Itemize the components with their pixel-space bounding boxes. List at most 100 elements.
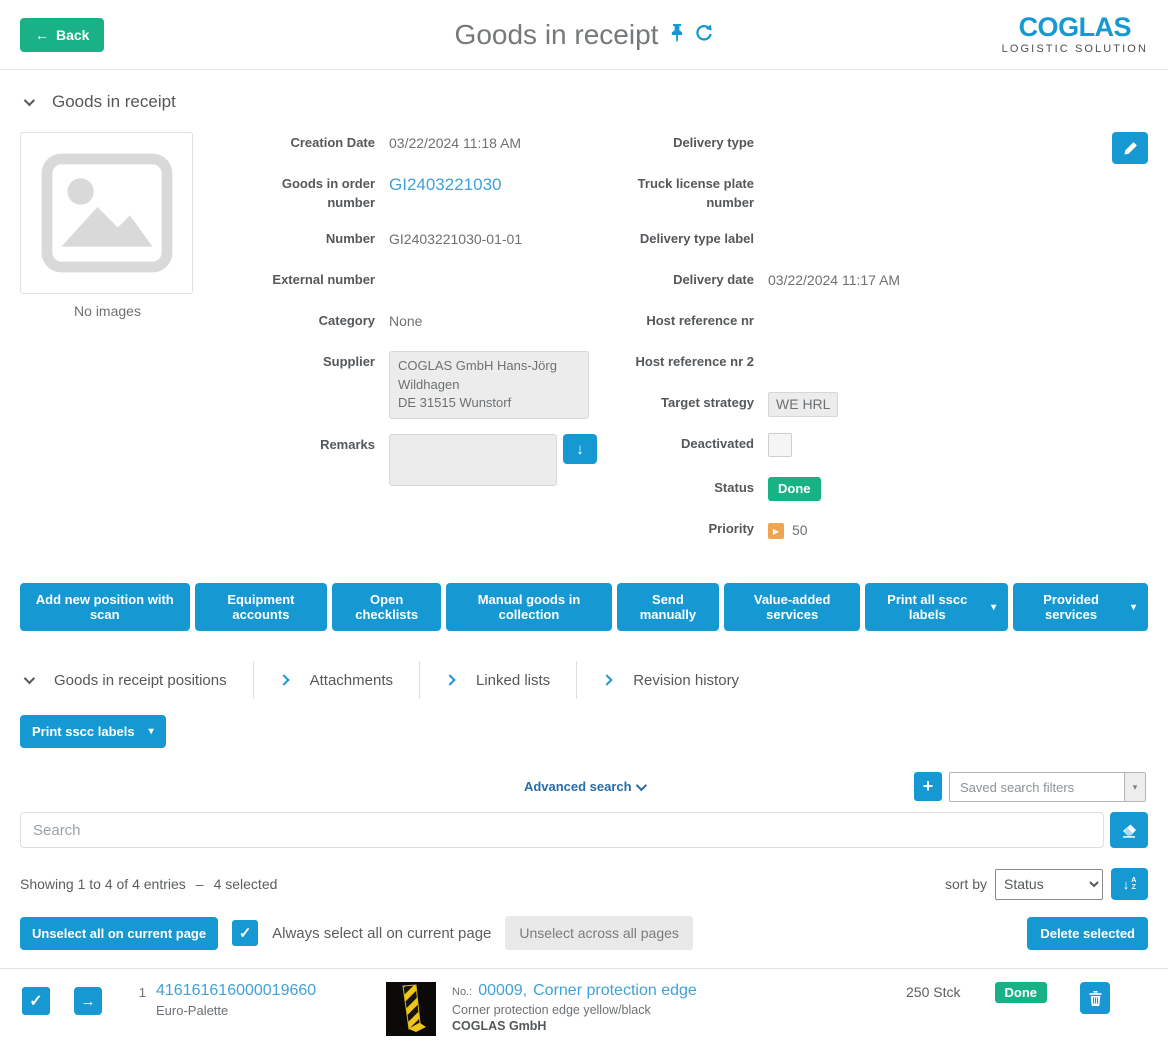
remarks-textarea[interactable] <box>389 434 557 486</box>
goods-in-receipt-section-header[interactable]: Goods in receipt <box>0 70 1168 126</box>
tab-label: Attachments <box>310 672 393 689</box>
pencil-icon <box>1123 141 1138 156</box>
field-truck-license-plate: Truck license plate number <box>619 173 1019 213</box>
sort-arrow: ↓ <box>1123 877 1130 892</box>
tab-revision-history[interactable]: Revision history <box>603 672 739 689</box>
pallet-number-link[interactable]: 416161616000019660 <box>156 982 386 1000</box>
eraser-icon <box>1121 823 1137 838</box>
check-icon: ✓ <box>239 924 252 942</box>
button-label: Print all sscc labels <box>877 592 977 622</box>
back-button[interactable]: ← Back <box>20 18 104 52</box>
dash: – <box>196 876 204 892</box>
always-select-checkbox[interactable]: ✓ <box>232 920 258 946</box>
selected-count-label: 4 selected <box>214 876 278 892</box>
advanced-search-link[interactable]: Advanced search <box>524 779 632 794</box>
field-value: GI2403221030-01-01 <box>389 228 522 254</box>
field-label: Priority <box>619 518 754 544</box>
page-title: Goods in receipt <box>455 19 659 51</box>
back-button-label: Back <box>56 27 89 43</box>
tab-label: Revision history <box>633 672 739 689</box>
down-arrow-icon: ↓ <box>576 441 584 458</box>
chevron-right-icon <box>602 675 613 686</box>
field-category: Category None <box>255 310 607 336</box>
sort-direction-button[interactable]: ↓ AZ <box>1111 868 1148 900</box>
image-icon <box>41 153 173 273</box>
play-icon: ▶ <box>773 526 779 537</box>
chevron-down-icon <box>24 95 35 106</box>
print-sscc-labels-button[interactable]: Print sscc labels ▾ <box>20 715 166 748</box>
add-new-position-with-scan-button[interactable]: Add new position with scan <box>20 583 190 631</box>
image-placeholder <box>20 132 193 294</box>
article-name-link[interactable]: Corner protection edge <box>533 982 697 1000</box>
edit-button[interactable] <box>1112 132 1148 164</box>
unselect-all-current-page-button[interactable]: Unselect all on current page <box>20 917 218 950</box>
tab-goods-in-receipt-positions[interactable]: Goods in receipt positions <box>24 672 227 689</box>
sort-z: Z <box>1131 884 1136 892</box>
manual-goods-in-collection-button[interactable]: Manual goods in collection <box>446 583 612 631</box>
field-label: Delivery type <box>619 132 754 158</box>
unselect-across-all-pages-button[interactable]: Unselect across all pages <box>505 916 693 950</box>
search-bar <box>0 810 1168 848</box>
send-manually-button[interactable]: Send manually <box>617 583 719 631</box>
section-title: Goods in receipt <box>52 92 176 112</box>
refresh-icon[interactable] <box>694 23 713 47</box>
no-images-label: No images <box>20 303 195 319</box>
field-label: Remarks <box>255 434 375 486</box>
provided-services-button[interactable]: Provided services ▾ <box>1013 583 1148 631</box>
field-label: Delivery type label <box>619 228 754 254</box>
tab-label: Linked lists <box>476 672 550 689</box>
row-delete-button[interactable] <box>1080 982 1110 1014</box>
remarks-expand-button[interactable]: ↓ <box>563 434 597 464</box>
right-arrow-icon: → <box>81 993 96 1010</box>
add-filter-button[interactable]: + <box>914 772 942 801</box>
tab-divider <box>253 661 254 699</box>
field-label: Goods in order number <box>255 173 375 213</box>
field-host-reference-nr-2: Host reference nr 2 <box>619 351 1019 377</box>
equipment-accounts-button[interactable]: Equipment accounts <box>195 583 328 631</box>
trash-icon <box>1089 991 1102 1006</box>
print-all-sscc-labels-button[interactable]: Print all sscc labels ▾ <box>865 583 1008 631</box>
field-priority: Priority ▶ 50 <box>619 518 1019 544</box>
row-status-badge: Done <box>995 982 1048 1003</box>
pallet-type-label: Euro-Palette <box>156 1003 386 1018</box>
coglas-logo: COGLAS LOGISTIC SOLUTION <box>1002 14 1148 55</box>
article-number-link[interactable]: 00009, <box>478 982 527 1000</box>
row-index: 1 <box>126 982 146 1000</box>
saved-search-filters-select[interactable]: Saved search filters ▾ <box>949 772 1146 802</box>
tab-label: Goods in receipt positions <box>54 672 227 689</box>
article-no-prefix: No.: <box>452 986 472 998</box>
tab-attachments[interactable]: Attachments <box>280 672 393 689</box>
field-status: Status Done <box>619 477 1019 503</box>
field-goods-in-order-number: Goods in order number GI2403221030 <box>255 173 607 213</box>
always-select-label: Always select all on current page <box>272 925 491 942</box>
check-icon: ✓ <box>29 991 42 1011</box>
open-checklists-button[interactable]: Open checklists <box>332 583 441 631</box>
tab-linked-lists[interactable]: Linked lists <box>446 672 550 689</box>
field-label: Number <box>255 228 375 254</box>
field-delivery-type-label: Delivery type label <box>619 228 1019 254</box>
row-checkbox[interactable]: ✓ <box>22 987 50 1015</box>
search-input[interactable] <box>20 812 1104 848</box>
row-open-button[interactable]: → <box>74 987 102 1015</box>
field-remarks: Remarks ↓ <box>255 434 607 486</box>
field-target-strategy: Target strategy WE HRL <box>619 392 1019 418</box>
button-label: Print sscc labels <box>32 724 135 739</box>
detail-tabs: Goods in receipt positions Attachments L… <box>0 631 1168 699</box>
article-owner: COGLAS GmbH <box>452 1019 851 1033</box>
back-arrow-icon: ← <box>35 27 49 43</box>
value-added-services-button[interactable]: Value-added services <box>724 583 860 631</box>
deactivated-checkbox[interactable] <box>768 433 792 457</box>
quantity-label: 250 Stck <box>851 982 961 1000</box>
pin-icon[interactable] <box>668 23 686 48</box>
chevron-down-icon[interactable] <box>636 780 647 791</box>
dropdown-arrow-icon: ▾ <box>1124 773 1145 801</box>
plus-icon: + <box>923 776 934 797</box>
goods-in-order-number-link[interactable]: GI2403221030 <box>389 173 502 213</box>
field-label: Deactivated <box>619 433 754 463</box>
status-badge: Done <box>768 477 821 501</box>
supplier-textarea[interactable]: COGLAS GmbH Hans-Jörg Wildhagen DE 31515… <box>389 351 589 420</box>
sort-select[interactable]: Status <box>995 869 1103 900</box>
delete-selected-button[interactable]: Delete selected <box>1027 917 1148 950</box>
clear-search-button[interactable] <box>1110 812 1148 848</box>
chevron-down-icon <box>24 673 35 684</box>
